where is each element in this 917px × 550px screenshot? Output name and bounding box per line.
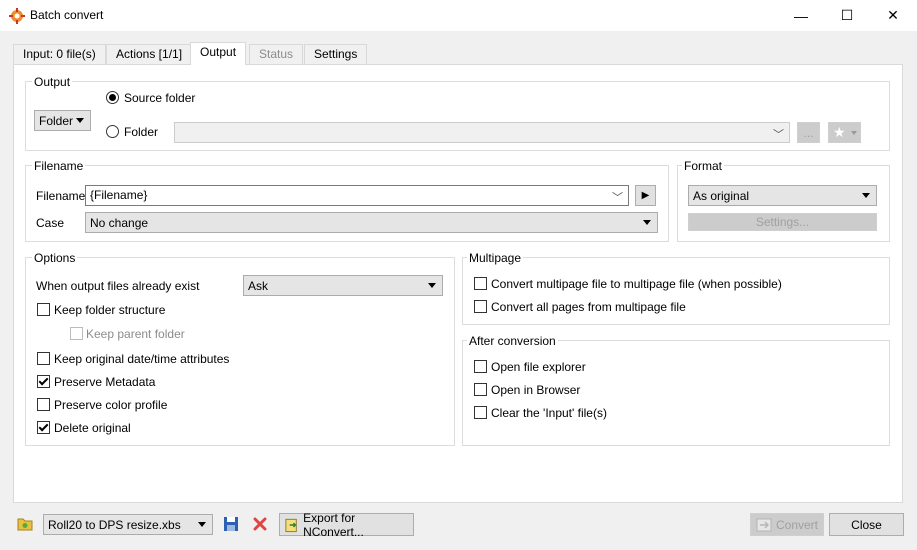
export-nconvert-button[interactable]: Export for NConvert...: [279, 510, 414, 539]
exist-action-select[interactable]: Ask: [243, 275, 443, 296]
keep-parent-folder-checkbox[interactable]: [70, 327, 83, 340]
delete-original-label: Delete original: [54, 421, 131, 435]
chevron-down-icon: [643, 220, 651, 225]
filename-label: Filename: [36, 189, 86, 203]
chevron-down-icon: [428, 283, 436, 288]
exist-label: When output files already exist: [36, 279, 200, 293]
chevron-down-icon: ﹀: [773, 129, 784, 141]
format-group-title: Format: [682, 159, 725, 173]
preserve-metadata-checkbox[interactable]: [37, 375, 50, 388]
case-select[interactable]: No change: [85, 212, 658, 233]
insert-variable-button[interactable]: ▶: [635, 185, 656, 206]
delete-original-checkbox[interactable]: [37, 421, 50, 434]
chevron-down-icon: [76, 118, 84, 123]
preserve-color-profile-checkbox[interactable]: [37, 398, 50, 411]
close-icon: ✕: [887, 7, 899, 23]
after-conversion-group-title: After conversion: [467, 334, 558, 348]
export-icon: [285, 518, 297, 532]
tab-actions[interactable]: Actions [1/1]: [106, 44, 193, 64]
open-file-explorer-label: Open file explorer: [491, 360, 586, 374]
keep-date-time-label: Keep original date/time attributes: [54, 352, 230, 366]
radio-selected-dot: [109, 94, 116, 101]
preserve-metadata-label: Preserve Metadata: [54, 375, 156, 389]
source-folder-radio[interactable]: [106, 91, 119, 104]
preserve-color-profile-label: Preserve color profile: [54, 398, 168, 412]
tab-output[interactable]: Output: [190, 42, 247, 65]
app-icon: [9, 8, 25, 24]
convert-label: Convert: [775, 517, 819, 532]
convert-all-pages-label: Convert all pages from multipage file: [491, 300, 686, 314]
filename-group-title: Filename: [32, 159, 86, 173]
source-folder-label: Source folder: [124, 91, 196, 105]
clear-input-label: Clear the 'Input' file(s): [491, 406, 607, 420]
format-settings-label: Settings...: [755, 215, 810, 229]
filename-input[interactable]: {Filename} ﹀: [85, 185, 629, 206]
multipage-group: [462, 257, 890, 325]
folder-radio[interactable]: [106, 125, 119, 138]
format-value: As original: [693, 188, 750, 203]
close-label: Close: [851, 517, 882, 532]
minimize-icon: —: [794, 7, 808, 24]
multipage-to-multipage-label: Convert multipage file to multipage file…: [491, 277, 782, 291]
delete-icon[interactable]: [252, 516, 268, 532]
tab-status[interactable]: Status: [249, 44, 304, 64]
folder-label: Folder: [124, 125, 159, 139]
star-icon: ★: [833, 124, 846, 140]
keep-parent-folder-label: Keep parent folder: [86, 327, 185, 341]
output-mode-select[interactable]: Folder: [34, 110, 91, 131]
tab-input[interactable]: Input: 0 file(s): [13, 44, 106, 64]
window-title: Batch convert: [30, 8, 104, 22]
output-group-title: Output: [32, 75, 73, 89]
folder-path-input[interactable]: ﹀: [174, 122, 790, 143]
chevron-down-icon: [198, 522, 206, 527]
keep-folder-structure-checkbox[interactable]: [37, 303, 50, 316]
tab-settings[interactable]: Settings: [304, 44, 368, 64]
close-window-button[interactable]: ✕: [870, 0, 916, 31]
multipage-to-multipage-checkbox[interactable]: [474, 277, 487, 290]
case-label: Case: [36, 216, 65, 230]
browse-folder-button[interactable]: ...: [797, 122, 820, 143]
minimize-button[interactable]: —: [778, 0, 824, 31]
close-button[interactable]: Close: [829, 513, 904, 536]
favorites-button[interactable]: ★: [828, 122, 861, 143]
check-icon: [38, 375, 49, 386]
open-in-browser-label: Open in Browser: [491, 383, 581, 397]
maximize-icon: ☐: [840, 7, 854, 23]
preset-select[interactable]: Roll20 to DPS resize.xbs: [43, 514, 213, 535]
case-value: No change: [90, 215, 149, 230]
format-settings-button[interactable]: Settings...: [688, 213, 877, 231]
open-file-explorer-checkbox[interactable]: [474, 360, 487, 373]
convert-all-pages-checkbox[interactable]: [474, 300, 487, 313]
save-icon[interactable]: [223, 516, 239, 532]
browse-label: ...: [803, 125, 814, 140]
convert-icon: [756, 518, 772, 531]
filename-value: {Filename}: [90, 188, 148, 202]
options-group-title: Options: [32, 251, 78, 265]
open-in-browser-checkbox[interactable]: [474, 383, 487, 396]
clear-input-checkbox[interactable]: [474, 406, 487, 419]
keep-folder-structure-label: Keep folder structure: [54, 303, 166, 317]
check-icon: [38, 421, 49, 432]
keep-date-time-checkbox[interactable]: [37, 352, 50, 365]
chevron-down-icon: ﹀: [612, 192, 623, 204]
chevron-down-icon: [862, 193, 870, 198]
chevron-down-icon: [851, 131, 857, 135]
format-select[interactable]: As original: [688, 185, 877, 206]
maximize-button[interactable]: ☐: [824, 0, 870, 31]
convert-button[interactable]: Convert: [750, 513, 824, 536]
open-folder-icon[interactable]: [17, 516, 33, 532]
export-label: Export for NConvert...: [303, 510, 364, 539]
output-mode-value: Folder: [39, 113, 74, 128]
multipage-group-title: Multipage: [467, 251, 524, 265]
play-icon: ▶: [641, 190, 650, 201]
preset-value: Roll20 to DPS resize.xbs: [48, 517, 181, 532]
exist-action-value: Ask: [248, 278, 269, 293]
